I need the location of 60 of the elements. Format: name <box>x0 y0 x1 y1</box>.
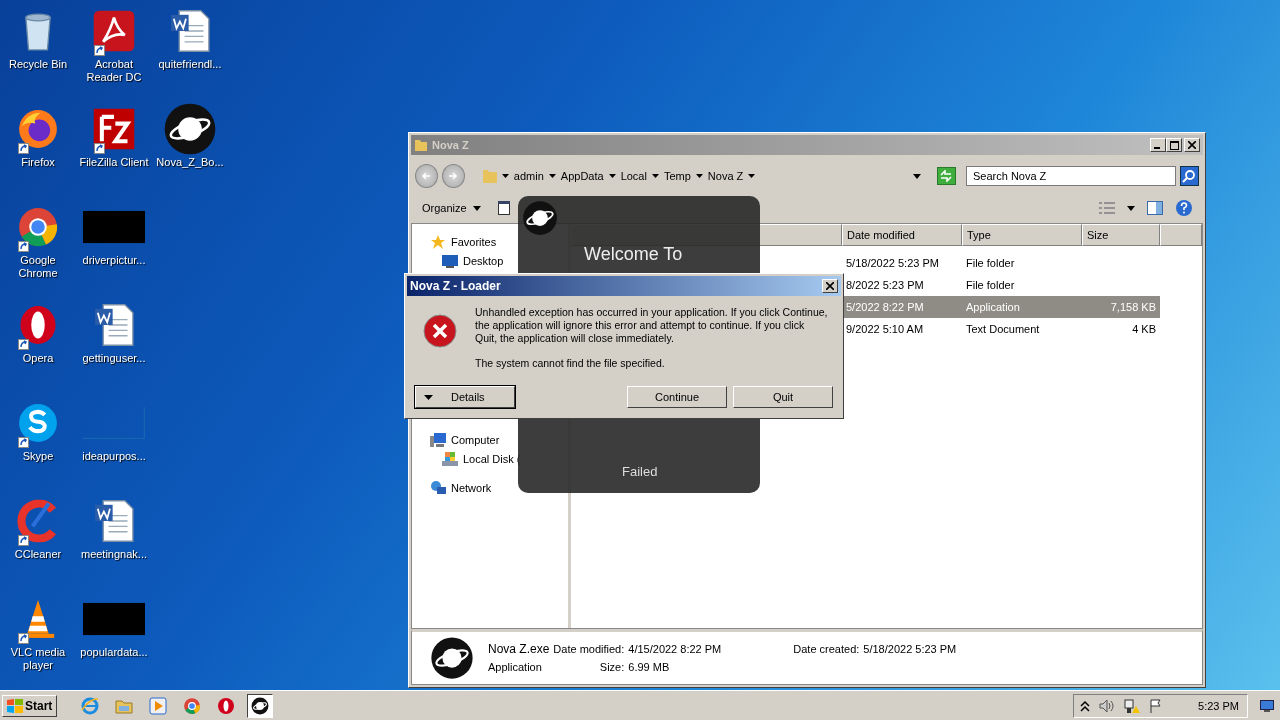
nav-item[interactable]: Computer <box>412 430 500 449</box>
dialog-button[interactable]: Continue <box>627 386 727 408</box>
detail-value: 6.99 MB <box>628 661 671 673</box>
file-type: Application <box>488 661 543 673</box>
desktop-icon[interactable]: Google Chrome <box>0 200 76 298</box>
splash-title: Welcome To <box>584 244 683 265</box>
start-button[interactable]: Start <box>2 694 58 717</box>
desktop-icon[interactable]: FileZilla Client <box>76 102 152 200</box>
date-cell-text: 8/2022 5:23 PM <box>845 279 925 291</box>
date-cell-text: 9/2022 5:10 AM <box>845 323 925 335</box>
size-cell-text: 7,158 KB <box>1109 301 1157 313</box>
nav-item[interactable]: Favorites <box>412 232 497 251</box>
desktop-icon[interactable]: populardata... <box>76 592 152 690</box>
detail-label: Date modified: <box>553 643 625 655</box>
detail-label: Date created: <box>793 643 860 655</box>
search-field[interactable]: Search Nova Z <box>965 166 1176 186</box>
size-cell-text: 4 KB <box>1131 323 1157 335</box>
nav-item[interactable]: Local Disk ( <box>412 449 521 468</box>
splash-status: Failed <box>622 464 658 479</box>
type-cell-text: File folder <box>965 279 1016 291</box>
desktop-icon[interactable]: Skype <box>0 396 76 494</box>
detail-label: Size: <box>599 661 625 673</box>
address-bar[interactable]: admin AppData Local Temp Nova Z <box>478 165 925 187</box>
date-cell-text: 5/2022 8:22 PM <box>845 301 925 313</box>
column-header[interactable]: Date modified <box>842 224 962 246</box>
dialog-button[interactable]: Quit <box>733 386 833 408</box>
nav-item[interactable]: Desktop <box>412 251 504 270</box>
desktop-icon[interactable]: Recycle Bin <box>0 4 76 102</box>
window-title: Nova Z <box>432 139 469 151</box>
desktop-icon[interactable]: Acrobat Reader DC <box>76 4 152 102</box>
column-header[interactable]: Type <box>962 224 1082 246</box>
desktop-icon[interactable]: VLC media player <box>0 592 76 690</box>
dialog-title: Nova Z - Loader <box>410 279 501 293</box>
file-name: Nova Z.exe <box>488 642 550 656</box>
breadcrumb[interactable]: admin <box>513 170 544 182</box>
breadcrumb[interactable]: Local <box>620 170 647 182</box>
breadcrumb[interactable]: Temp <box>663 170 691 182</box>
desktop-icon[interactable]: quitefriendl... <box>152 4 228 102</box>
desktop-icon[interactable]: meetingnak... <box>76 494 152 592</box>
details-button[interactable]: Details <box>415 386 515 408</box>
nav-item[interactable]: Network <box>412 478 492 497</box>
desktop-icon[interactable]: gettinguser... <box>76 298 152 396</box>
desktop-icon[interactable]: Firefox <box>0 102 76 200</box>
breadcrumb[interactable]: Nova Z <box>707 170 744 182</box>
breadcrumb[interactable]: AppData <box>560 170 604 182</box>
clock: 5:23 PM <box>1198 699 1239 712</box>
error-detail: The system cannot find the file specified. <box>475 357 666 370</box>
type-cell-text: File folder <box>965 257 1016 269</box>
type-cell-text: Text Document <box>965 323 1041 335</box>
detail-value: 5/18/2022 5:23 PM <box>863 643 957 655</box>
detail-value: 4/15/2022 8:22 PM <box>628 643 722 655</box>
desktop-icon[interactable]: ideapurpos... <box>76 396 152 494</box>
desktop-icon[interactable]: Nova_Z_Bo... <box>152 102 228 200</box>
toolbar-button[interactable]: Organize <box>417 200 486 216</box>
date-cell-text: 5/18/2022 5:23 PM <box>845 257 940 269</box>
desktop-icon[interactable]: CCleaner <box>0 494 76 592</box>
type-cell-text: Application <box>965 301 1021 313</box>
desktop-icon[interactable]: Opera <box>0 298 76 396</box>
column-header[interactable]: Size <box>1082 224 1160 246</box>
desktop-icon[interactable]: driverpictur... <box>76 200 152 298</box>
